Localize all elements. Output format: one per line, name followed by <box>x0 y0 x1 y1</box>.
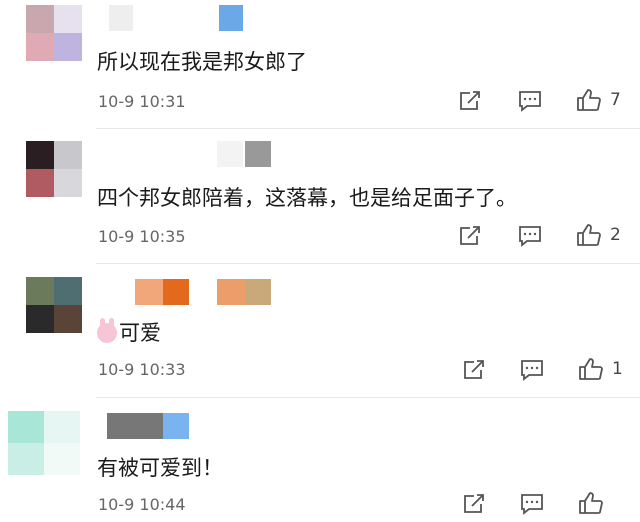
comment-text: 四个邦女郎陪着，这落幕，也是给足面子了。 <box>97 186 517 210</box>
avatar-pixel <box>54 277 82 305</box>
avatar-pixel <box>26 141 54 169</box>
name-pixel <box>245 141 271 167</box>
comment-text-content: 可爱 <box>119 321 161 345</box>
comment-timestamp: 10-9 10:33 <box>98 360 186 379</box>
like-button[interactable]: 2 <box>576 223 621 247</box>
thumbs-up-icon <box>579 358 603 380</box>
comment-timestamp: 10-9 10:31 <box>98 92 186 111</box>
share-icon <box>460 226 480 245</box>
avatar[interactable] <box>26 141 82 197</box>
share-button[interactable] <box>458 90 482 112</box>
bunny-face-icon <box>97 318 117 343</box>
name-pixel <box>163 413 189 439</box>
share-button[interactable] <box>462 493 486 515</box>
thumbs-up-icon <box>577 224 601 246</box>
like-count: 2 <box>610 225 621 245</box>
share-button[interactable] <box>458 225 482 247</box>
comment-item: 可爱 10-9 10:33 1 <box>0 263 640 397</box>
like-button[interactable] <box>578 491 612 515</box>
like-count: 7 <box>610 90 621 110</box>
name-pixel <box>217 141 243 167</box>
name-pixel <box>219 5 243 31</box>
share-icon <box>464 360 484 379</box>
avatar[interactable] <box>26 5 82 61</box>
comment-timestamp: 10-9 10:35 <box>98 227 186 246</box>
avatar-pixel <box>26 305 54 333</box>
avatar-pixel <box>26 33 54 61</box>
like-count: 1 <box>612 359 623 379</box>
comment-text: 所以现在我是邦女郎了 <box>97 50 307 74</box>
name-pixel <box>135 279 163 305</box>
reply-button[interactable] <box>518 225 542 247</box>
name-pixel <box>217 279 245 305</box>
avatar-pixel <box>44 443 80 475</box>
username-blurred[interactable] <box>97 141 277 167</box>
reply-button[interactable] <box>520 493 544 515</box>
comment-text: 有被可爱到！ <box>97 456 223 480</box>
thumbs-up-icon <box>579 492 603 514</box>
like-button[interactable]: 1 <box>578 357 623 381</box>
avatar-pixel <box>44 411 80 443</box>
share-icon <box>464 494 484 513</box>
share-button[interactable] <box>462 359 486 381</box>
username-blurred[interactable] <box>97 279 277 305</box>
comment-item: 有被可爱到！ 10-9 10:44 <box>0 397 640 522</box>
avatar-pixel <box>26 169 54 197</box>
comment-icon <box>521 360 543 381</box>
name-pixel <box>109 5 133 31</box>
avatar-pixel <box>26 5 54 33</box>
avatar-pixel <box>54 141 82 169</box>
comment-item: 四个邦女郎陪着，这落幕，也是给足面子了。 10-9 10:35 2 <box>0 128 640 263</box>
avatar-pixel <box>26 277 54 305</box>
comment-icon <box>521 494 543 515</box>
avatar-pixel <box>8 411 44 443</box>
thumbs-up-icon <box>577 89 601 111</box>
reply-button[interactable] <box>520 359 544 381</box>
avatar[interactable] <box>8 411 80 475</box>
name-pixel <box>163 279 189 305</box>
comment-icon <box>519 91 541 112</box>
name-pixel <box>107 413 163 439</box>
avatar-pixel <box>54 33 82 61</box>
like-button[interactable]: 7 <box>576 88 621 112</box>
avatar-pixel <box>54 5 82 33</box>
avatar-pixel <box>8 443 44 475</box>
avatar-pixel <box>54 305 82 333</box>
reply-button[interactable] <box>518 90 542 112</box>
username-blurred[interactable] <box>97 413 277 439</box>
comment-timestamp: 10-9 10:44 <box>98 495 186 514</box>
username-blurred[interactable] <box>97 5 277 31</box>
avatar[interactable] <box>26 277 82 333</box>
comment-icon <box>519 226 541 247</box>
name-pixel <box>245 279 271 305</box>
share-icon <box>460 91 480 110</box>
avatar-pixel <box>54 169 82 197</box>
comment-text: 可爱 <box>97 317 161 347</box>
comment-item: 所以现在我是邦女郎了 10-9 10:31 7 <box>0 0 640 128</box>
